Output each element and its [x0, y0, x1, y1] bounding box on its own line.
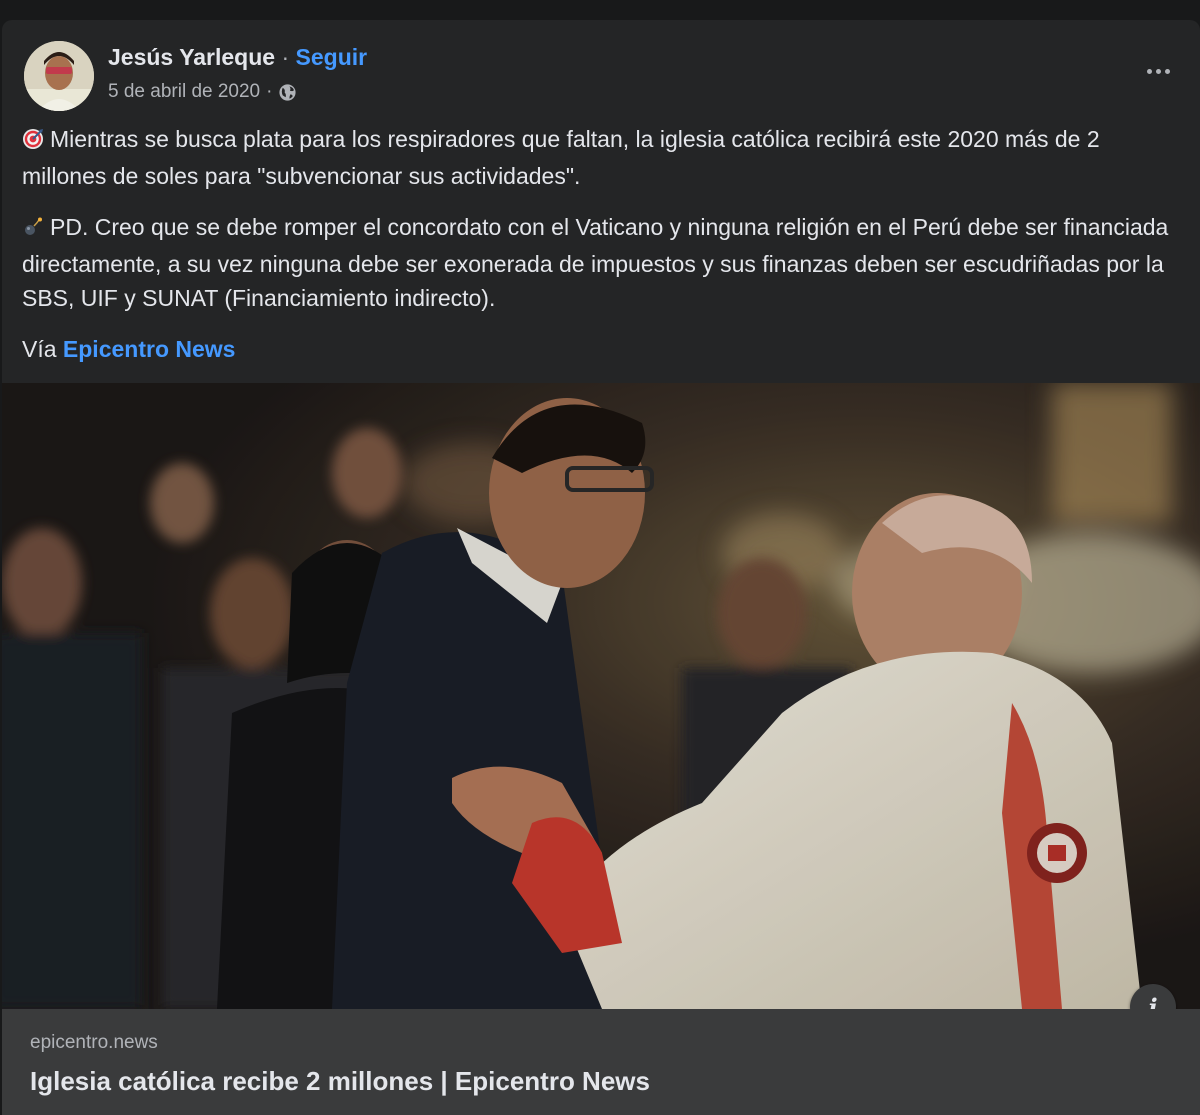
post-paragraph-1-text: Mientras se busca plata para los respira… — [22, 126, 1100, 189]
target-emoji — [22, 125, 44, 159]
via-prefix: Vía — [22, 336, 57, 362]
link-title[interactable]: Iglesia católica recibe 2 millones | Epi… — [30, 1065, 650, 1097]
via-line: Vía Epicentro News — [22, 332, 1182, 366]
avatar[interactable] — [24, 41, 94, 111]
via-link[interactable]: Epicentro News — [63, 336, 236, 362]
author-line: Jesús Yarleque · Seguir — [108, 42, 367, 72]
sparkle-emoji — [22, 213, 44, 247]
separator-dot: · — [281, 44, 290, 70]
link-preview-footer[interactable]: epicentro.news Iglesia católica recibe 2… — [2, 1009, 1200, 1115]
meta-separator: · — [266, 81, 273, 102]
follow-button[interactable]: Seguir — [296, 44, 368, 70]
link-preview-image[interactable] — [2, 383, 1200, 1009]
post-text: Mientras se busca plata para los respira… — [22, 122, 1182, 383]
post-date[interactable]: 5 de abril de 2020 — [108, 80, 260, 104]
globe-icon[interactable] — [278, 83, 297, 102]
link-domain: epicentro.news — [30, 1032, 158, 1053]
author-name[interactable]: Jesús Yarleque — [108, 44, 275, 70]
more-options-icon[interactable] — [1138, 56, 1178, 86]
post-paragraph-2-text: PD. Creo que se debe romper el concordat… — [22, 214, 1169, 311]
post-paragraph-1: Mientras se busca plata para los respira… — [22, 122, 1182, 193]
post-paragraph-2: PD. Creo que se debe romper el concordat… — [22, 210, 1182, 315]
facebook-post: Jesús Yarleque · Seguir 5 de abril de 20… — [2, 20, 1200, 1115]
post-meta: 5 de abril de 2020 · — [108, 80, 297, 104]
